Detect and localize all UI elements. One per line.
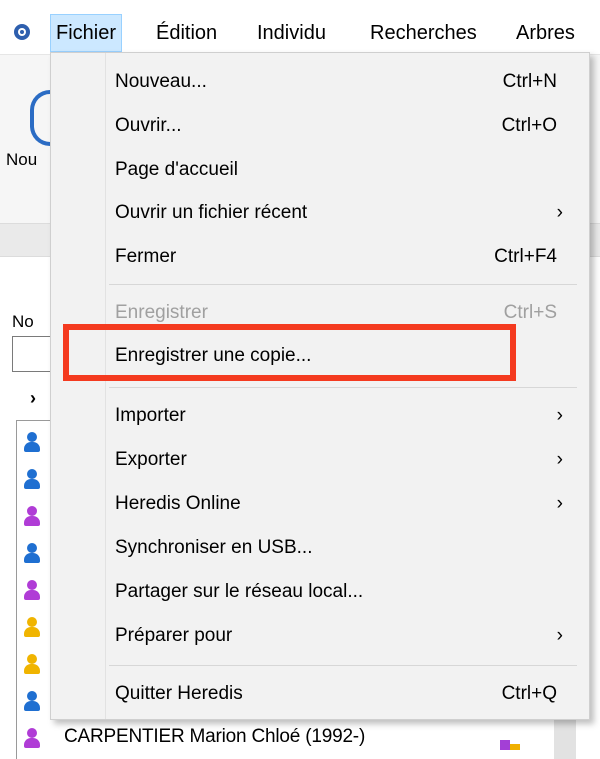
name-filter-label: No (12, 312, 34, 331)
person-icon (24, 691, 40, 713)
submenu-arrow-icon: › (556, 625, 563, 646)
menu-individu[interactable]: Individu (252, 14, 331, 52)
person-icon (24, 617, 40, 639)
expand-chevron-icon[interactable]: › (30, 388, 36, 409)
toolbar-new-button-label[interactable]: Nou (6, 150, 37, 170)
shortcut-label: Ctrl+Q (501, 683, 557, 704)
highlight-annotation-box (63, 324, 516, 381)
menu-fichier[interactable]: Fichier (50, 14, 123, 52)
menu-recherches[interactable]: Recherches (365, 14, 482, 52)
menu-separator (109, 284, 577, 285)
person-status-badge-icon (500, 740, 524, 750)
person-row-name[interactable]: CARPENTIER Marion Chloé (1992-) (64, 726, 365, 748)
app-icon[interactable] (12, 22, 32, 42)
person-icon (24, 469, 40, 491)
submenu-arrow-icon: › (556, 202, 563, 223)
menu-edition[interactable]: Édition (151, 14, 222, 52)
shortcut-label: Ctrl+S (503, 302, 557, 323)
menu-separator (109, 665, 577, 666)
shortcut-label: Ctrl+O (501, 115, 557, 136)
person-icon (24, 506, 40, 528)
submenu-arrow-icon: › (556, 493, 563, 514)
menu-icon-gutter (105, 53, 106, 719)
file-menu-dropdown: Nouveau... Ctrl+N Ouvrir... Ctrl+O Page … (50, 52, 590, 720)
submenu-arrow-icon: › (556, 405, 563, 426)
person-icon (24, 432, 40, 454)
menu-arbres[interactable]: Arbres (511, 14, 580, 52)
person-icon (24, 654, 40, 676)
person-icon (24, 543, 40, 565)
submenu-arrow-icon: › (556, 449, 563, 470)
shortcut-label: Ctrl+F4 (494, 246, 557, 267)
menu-separator (109, 387, 577, 388)
shortcut-label: Ctrl+N (502, 71, 557, 92)
person-icon (24, 728, 40, 750)
person-icon (24, 580, 40, 602)
menu-bar: Fichier Édition Individu Recherches Arbr… (0, 0, 600, 55)
